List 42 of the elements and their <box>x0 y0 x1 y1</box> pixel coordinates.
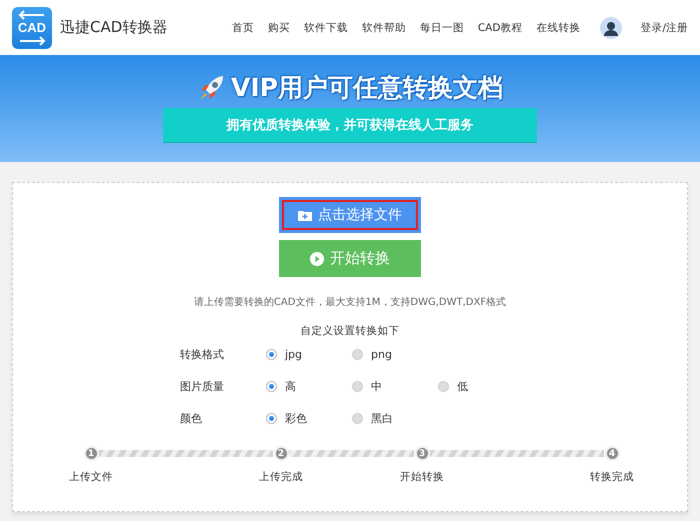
radio-icon[interactable] <box>352 413 363 424</box>
step-label: 开始转换 <box>400 470 444 484</box>
radio-option[interactable]: 彩色 <box>266 411 352 426</box>
setting-label: 颜色 <box>180 411 203 426</box>
radio-option[interactable]: 中 <box>352 379 438 394</box>
setting-label: 图片质量 <box>180 379 225 394</box>
radio-option[interactable]: 高 <box>266 379 352 394</box>
step-label: 转换完成 <box>590 470 634 484</box>
radio-icon[interactable] <box>352 349 363 360</box>
nav-link[interactable]: CAD教程 <box>478 20 522 34</box>
radio-icon[interactable] <box>266 413 277 424</box>
radio-icon[interactable] <box>352 381 363 392</box>
radio-icon[interactable] <box>438 381 449 392</box>
nav-link[interactable]: 在线转换 <box>536 20 580 34</box>
radio-option[interactable]: 黑白 <box>352 411 438 426</box>
logo-text: CAD <box>18 20 46 35</box>
radio-option[interactable]: jpg <box>266 348 352 361</box>
step-number: 4 <box>604 446 620 461</box>
nav-link[interactable]: 软件帮助 <box>362 20 406 34</box>
step-label: 上传文件 <box>69 470 113 484</box>
step-number: 1 <box>84 446 98 461</box>
site-name: 迅捷CAD转换器 <box>60 18 168 37</box>
avatar-icon[interactable] <box>600 16 622 38</box>
radio-icon[interactable] <box>266 381 277 392</box>
radio-icon[interactable] <box>266 349 277 360</box>
settings-title: 自定义设置转换如下 <box>300 324 400 338</box>
folder-plus-icon <box>298 209 312 221</box>
radio-option[interactable]: 低 <box>438 379 524 394</box>
upload-hint: 请上传需要转换的CAD文件，最大支持1M，支持DWG,DWT,DXF格式 <box>194 296 506 309</box>
banner-subtitle: 拥有优质转换体验，并可获得在线人工服务 <box>226 116 474 134</box>
radio-option[interactable]: png <box>352 348 438 361</box>
banner-title: VIP用户可任意转换文档 <box>231 72 503 104</box>
play-icon <box>310 252 324 266</box>
setting-label: 转换格式 <box>180 347 225 362</box>
nav-link[interactable]: 购买 <box>268 20 290 34</box>
step-number: 3 <box>414 446 430 461</box>
step-label: 上传完成 <box>259 470 303 484</box>
nav-link[interactable]: 首页 <box>232 20 254 34</box>
nav-link[interactable]: 软件下载 <box>304 20 348 34</box>
login-link[interactable]: 登录/注册 <box>640 20 688 34</box>
nav-link[interactable]: 每日一图 <box>420 20 464 34</box>
step-number: 2 <box>274 446 288 461</box>
